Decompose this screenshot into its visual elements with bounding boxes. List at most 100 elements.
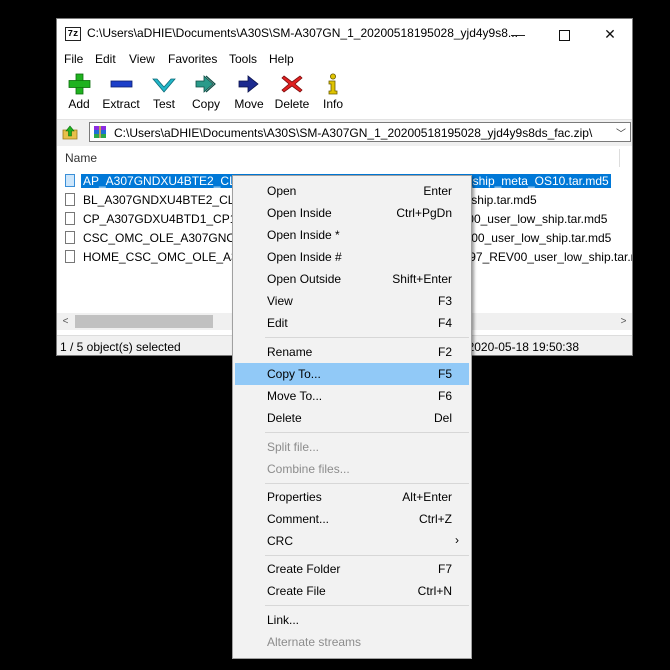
menu-item-label: Open Inside * (267, 228, 340, 242)
menu-item-open-outside[interactable]: Open Outside Shift+Enter (235, 268, 469, 290)
context-menu: Open Enter Open Inside Ctrl+PgDn Open In… (232, 175, 472, 659)
menu-item-label: Split file... (267, 440, 320, 454)
menu-item-shortcut: Enter (423, 184, 452, 198)
file-icon (65, 250, 75, 263)
menu-file[interactable]: File (64, 52, 83, 66)
test-label: Test (152, 97, 175, 111)
menu-item-properties[interactable]: Properties Alt+Enter (235, 486, 469, 508)
menu-bar: File Edit View Favorites Tools Help (57, 49, 632, 69)
menu-item-comment[interactable]: Comment... Ctrl+Z (235, 508, 469, 530)
check-icon (152, 78, 176, 93)
path-input[interactable]: C:\Users\aDHIE\Documents\A30S\SM-A307GN_… (89, 122, 631, 142)
menu-item-move-to[interactable]: Move To... F6 (235, 385, 469, 407)
menu-item-copy-to[interactable]: Copy To... F5 (235, 363, 469, 385)
menu-item-shortcut: Ctrl+PgDn (396, 206, 452, 220)
menu-item-label: CRC (267, 534, 293, 548)
delete-button[interactable]: Delete (274, 73, 310, 115)
menu-item-shortcut: Alt+Enter (402, 490, 452, 504)
zip-archive-icon (94, 126, 106, 138)
toolbar: Add Extract Test Copy Move Delete Info (57, 69, 632, 117)
menu-item-label: Open (267, 184, 297, 198)
menu-item-open-inside[interactable]: Open Inside Ctrl+PgDn (235, 202, 469, 224)
menu-item-open-inside-star[interactable]: Open Inside * (235, 224, 469, 246)
menu-item-shortcut: Del (433, 411, 452, 425)
maximize-button[interactable] (541, 19, 587, 49)
menu-item-create-folder[interactable]: Create Folder F7 (235, 558, 469, 580)
close-button[interactable]: ✕ (587, 19, 632, 49)
menu-item-rename[interactable]: Rename F2 (235, 341, 469, 363)
menu-item-edit[interactable]: Edit F4 (235, 312, 469, 334)
test-button[interactable]: Test (149, 73, 179, 115)
copy-button[interactable]: Copy (190, 73, 222, 115)
menu-separator (265, 555, 469, 556)
menu-item-shortcut: F2 (437, 345, 452, 359)
title-bar[interactable]: 7z C:\Users\aDHIE\Documents\A30S\SM-A307… (57, 19, 632, 49)
add-label: Add (68, 97, 90, 111)
folder-up-icon[interactable] (62, 124, 78, 140)
menu-item-shortcut: F3 (437, 294, 452, 308)
minus-icon (110, 80, 133, 88)
menu-item-split-file: Split file... (235, 436, 469, 458)
menu-separator (265, 432, 469, 433)
menu-item-shortcut: Ctrl+Z (419, 512, 452, 526)
info-label: Info (322, 97, 343, 111)
menu-separator (265, 483, 469, 484)
x-icon (281, 75, 303, 93)
column-divider[interactable] (619, 149, 620, 167)
menu-item-shortcut: Shift+Enter (392, 272, 452, 286)
arrow-icon (238, 75, 259, 93)
copy-label: Copy (191, 97, 220, 111)
menu-item-create-file[interactable]: Create File Ctrl+N (235, 580, 469, 602)
menu-item-shortcut: Ctrl+N (417, 584, 452, 598)
info-icon (328, 73, 338, 95)
scroll-right-button[interactable]: > (615, 313, 632, 330)
menu-item-label: Move To... (267, 389, 323, 403)
menu-view[interactable]: View (129, 52, 155, 66)
menu-help[interactable]: Help (269, 52, 294, 66)
menu-item-shortcut: F4 (437, 316, 452, 330)
menu-item-crc[interactable]: CRC › (235, 530, 469, 552)
window-title: C:\Users\aDHIE\Documents\A30S\SM-A307GN_… (87, 26, 518, 40)
menu-item-link[interactable]: Link... (235, 609, 469, 631)
menu-item-label: View (267, 294, 293, 308)
move-button[interactable]: Move (232, 73, 266, 115)
menu-item-label: Link... (267, 613, 300, 627)
column-header-name[interactable]: Name (65, 151, 97, 165)
scroll-thumb[interactable] (75, 315, 213, 328)
file-icon (65, 193, 75, 206)
menu-separator (265, 605, 469, 606)
info-button[interactable]: Info (320, 73, 346, 115)
7zip-app-icon: 7z (65, 27, 81, 41)
minimize-button[interactable]: — (495, 19, 541, 49)
plus-icon (68, 73, 91, 95)
file-icon (65, 212, 75, 225)
menu-item-open[interactable]: Open Enter (235, 180, 469, 202)
double-arrow-icon (195, 75, 216, 93)
extract-button[interactable]: Extract (99, 73, 143, 115)
menu-tools[interactable]: Tools (229, 52, 257, 66)
menu-item-label: Open Inside # (267, 250, 342, 264)
menu-item-label: Delete (267, 411, 302, 425)
menu-item-open-inside-hash[interactable]: Open Inside # (235, 246, 469, 268)
menu-item-combine-files: Combine files... (235, 458, 469, 480)
add-button[interactable]: Add (64, 73, 94, 115)
modified-date: 2020-05-18 19:50:38 (467, 340, 579, 354)
menu-item-label: Edit (267, 316, 288, 330)
menu-item-shortcut: F5 (437, 367, 452, 381)
menu-separator (265, 337, 469, 338)
scroll-left-button[interactable]: < (57, 313, 74, 330)
menu-item-label: Copy To... (267, 367, 321, 381)
menu-item-label: Comment... (267, 512, 330, 526)
address-bar: C:\Users\aDHIE\Documents\A30S\SM-A307GN_… (57, 119, 632, 147)
menu-edit[interactable]: Edit (95, 52, 116, 66)
menu-item-label: Open Inside (267, 206, 332, 220)
path-text: C:\Users\aDHIE\Documents\A30S\SM-A307GN_… (114, 126, 593, 140)
menu-item-alternate-streams: Alternate streams (235, 631, 469, 653)
path-dropdown-icon[interactable]: ﹀ (616, 125, 626, 140)
menu-favorites[interactable]: Favorites (168, 52, 217, 66)
selection-status: 1 / 5 object(s) selected (60, 340, 181, 354)
menu-item-shortcut: F6 (437, 389, 452, 403)
menu-item-delete[interactable]: Delete Del (235, 407, 469, 429)
menu-item-label: Alternate streams (267, 635, 362, 649)
menu-item-view[interactable]: View F3 (235, 290, 469, 312)
